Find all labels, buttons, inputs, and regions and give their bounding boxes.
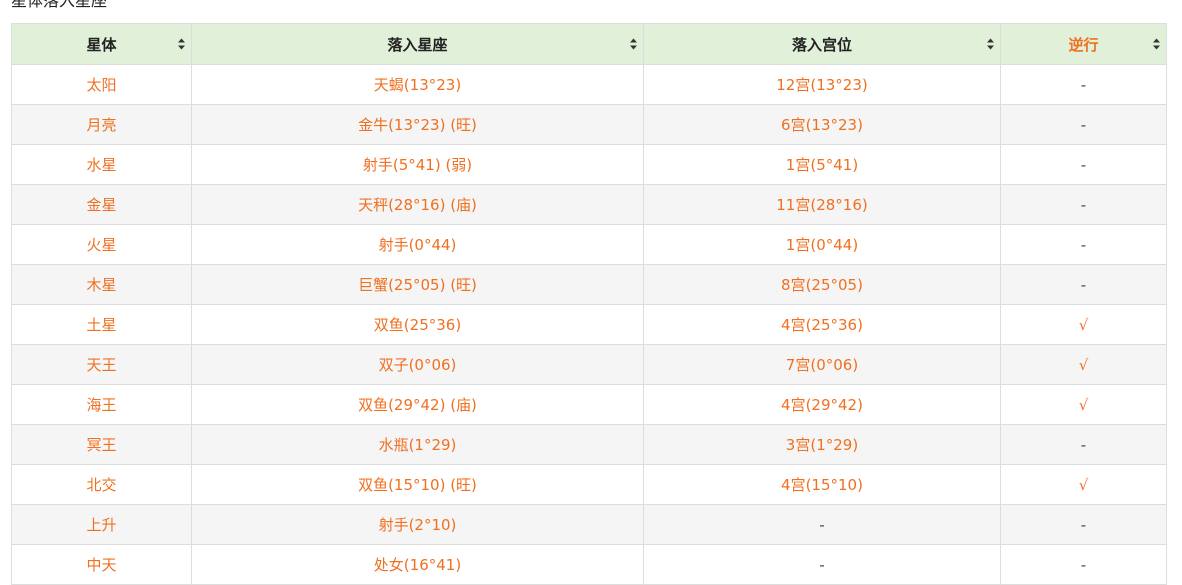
column-header-label: 逆行 xyxy=(1068,35,1099,54)
house-cell: 1宫(0°44) xyxy=(643,224,1001,265)
planet-cell: 北交 xyxy=(11,464,192,505)
retrograde-cell: √ xyxy=(1000,344,1167,385)
planet-cell: 木星 xyxy=(11,264,192,305)
house-cell: 1宫(5°41) xyxy=(643,144,1001,185)
sign-cell: 双鱼(15°10) (旺) xyxy=(191,464,644,505)
sign-cell: 双鱼(29°42) (庙) xyxy=(191,384,644,425)
retrograde-cell: - xyxy=(1000,144,1167,185)
planet-cell: 中天 xyxy=(11,544,192,585)
table-caption: 星体落入星座 xyxy=(11,0,108,10)
house-cell: 4宫(15°10) xyxy=(643,464,1001,505)
retrograde-cell: - xyxy=(1000,504,1167,545)
retrograde-cell: √ xyxy=(1000,464,1167,505)
sort-icon xyxy=(987,38,994,50)
sign-cell: 天蝎(13°23) xyxy=(191,64,644,105)
planet-cell: 月亮 xyxy=(11,104,192,145)
retrograde-cell: √ xyxy=(1000,384,1167,425)
header-row: 星体 落入星座 落入宫位 逆行 xyxy=(11,23,1167,65)
house-cell: 8宫(25°05) xyxy=(643,264,1001,305)
sign-cell: 金牛(13°23) (旺) xyxy=(191,104,644,145)
retrograde-cell: - xyxy=(1000,64,1167,105)
planet-cell: 土星 xyxy=(11,304,192,345)
sign-cell: 射手(5°41) (弱) xyxy=(191,144,644,185)
retrograde-cell: - xyxy=(1000,544,1167,585)
retrograde-cell: - xyxy=(1000,224,1167,265)
table-row: 北交 双鱼(15°10) (旺) 4宫(15°10) √ xyxy=(11,464,1167,505)
retrograde-cell: √ xyxy=(1000,304,1167,345)
house-cell: 4宫(25°36) xyxy=(643,304,1001,345)
column-header-planet[interactable]: 星体 xyxy=(11,23,192,65)
house-cell: 3宫(1°29) xyxy=(643,424,1001,465)
retrograde-cell: - xyxy=(1000,104,1167,145)
sort-icon xyxy=(1153,38,1160,50)
column-header-label: 星体 xyxy=(86,35,117,54)
house-cell: - xyxy=(643,504,1001,545)
table-row: 土星 双鱼(25°36) 4宫(25°36) √ xyxy=(11,304,1167,345)
house-cell: 7宫(0°06) xyxy=(643,344,1001,385)
sign-cell: 双子(0°06) xyxy=(191,344,644,385)
planet-cell: 海王 xyxy=(11,384,192,425)
sign-cell: 射手(0°44) xyxy=(191,224,644,265)
retrograde-cell: - xyxy=(1000,424,1167,465)
retrograde-cell: - xyxy=(1000,184,1167,225)
house-cell: 4宫(29°42) xyxy=(643,384,1001,425)
planet-cell: 水星 xyxy=(11,144,192,185)
table-row: 水星 射手(5°41) (弱) 1宫(5°41) - xyxy=(11,144,1167,185)
planet-cell: 上升 xyxy=(11,504,192,545)
table-row: 太阳 天蝎(13°23) 12宫(13°23) - xyxy=(11,64,1167,105)
retrograde-cell: - xyxy=(1000,264,1167,305)
planet-cell: 金星 xyxy=(11,184,192,225)
table-row: 木星 巨蟹(25°05) (旺) 8宫(25°05) - xyxy=(11,264,1167,305)
table-row: 天王 双子(0°06) 7宫(0°06) √ xyxy=(11,344,1167,385)
table-row: 金星 天秤(28°16) (庙) 11宫(28°16) - xyxy=(11,184,1167,225)
planet-cell: 火星 xyxy=(11,224,192,265)
table-row: 火星 射手(0°44) 1宫(0°44) - xyxy=(11,224,1167,265)
sign-cell: 双鱼(25°36) xyxy=(191,304,644,345)
column-header-sign[interactable]: 落入星座 xyxy=(191,23,644,65)
sign-cell: 巨蟹(25°05) (旺) xyxy=(191,264,644,305)
column-header-house[interactable]: 落入宫位 xyxy=(643,23,1001,65)
table-row: 海王 双鱼(29°42) (庙) 4宫(29°42) √ xyxy=(11,384,1167,425)
sort-icon xyxy=(630,38,637,50)
table-row: 月亮 金牛(13°23) (旺) 6宫(13°23) - xyxy=(11,104,1167,145)
planet-cell: 冥王 xyxy=(11,424,192,465)
planet-cell: 太阳 xyxy=(11,64,192,105)
sort-icon xyxy=(178,38,185,50)
house-cell: 11宫(28°16) xyxy=(643,184,1001,225)
column-header-label: 落入宫位 xyxy=(791,35,852,54)
sign-cell: 水瓶(1°29) xyxy=(191,424,644,465)
planet-cell: 天王 xyxy=(11,344,192,385)
sign-cell: 射手(2°10) xyxy=(191,504,644,545)
table-body: 太阳 天蝎(13°23) 12宫(13°23) - 月亮 金牛(13°23) (旺) 6宫(… xyxy=(11,64,1167,585)
table-row: 冥王 水瓶(1°29) 3宫(1°29) - xyxy=(11,424,1167,465)
column-header-retrograde[interactable]: 逆行 xyxy=(1000,23,1167,65)
column-header-label: 落入星座 xyxy=(387,35,448,54)
sign-cell: 天秤(28°16) (庙) xyxy=(191,184,644,225)
house-cell: 6宫(13°23) xyxy=(643,104,1001,145)
sign-cell: 处女(16°41) xyxy=(191,544,644,585)
table-row: 中天 处女(16°41) - - xyxy=(11,544,1167,585)
planet-placement-table: 星体 落入星座 落入宫位 逆行 太阳 天蝎(13°23) 12宫(13°23) - 月亮… xyxy=(11,23,1167,585)
house-cell: - xyxy=(643,544,1001,585)
house-cell: 12宫(13°23) xyxy=(643,64,1001,105)
table-row: 上升 射手(2°10) - - xyxy=(11,504,1167,545)
